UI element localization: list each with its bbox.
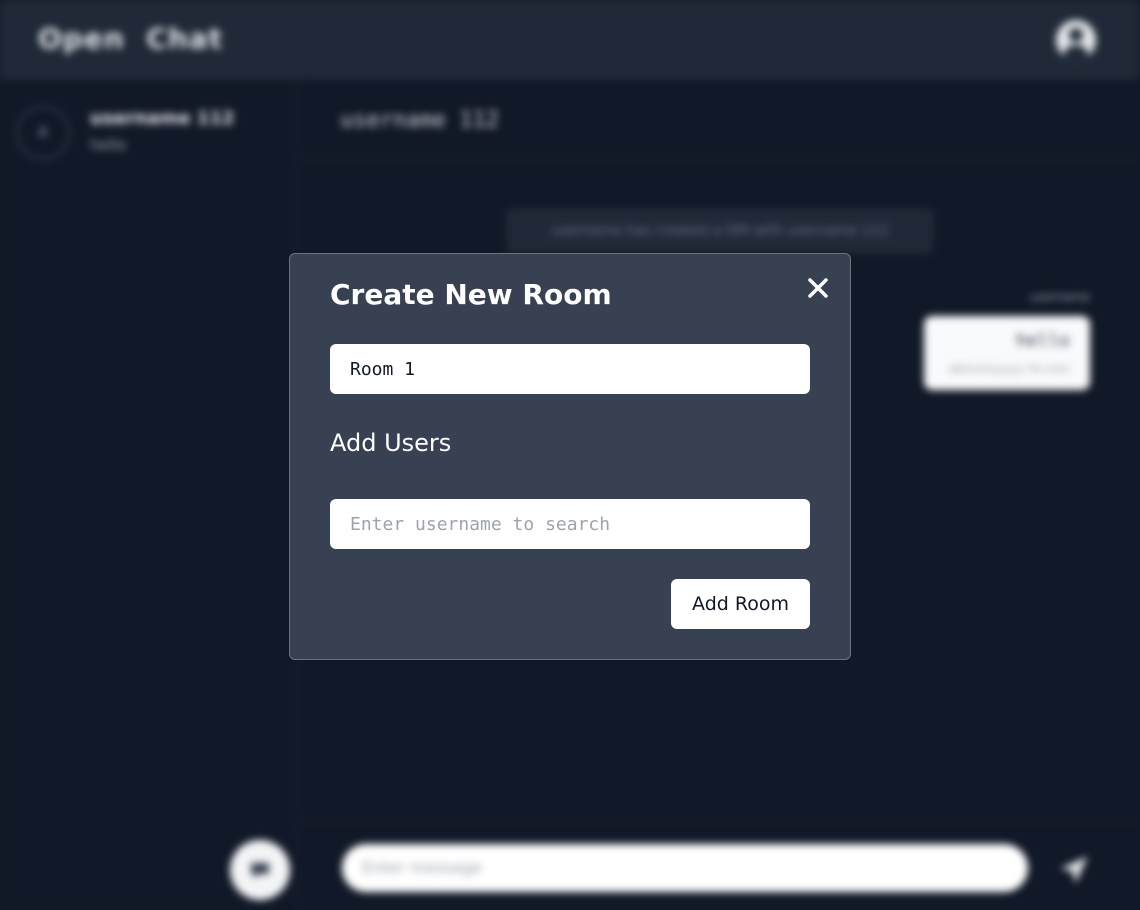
create-room-modal: Create New Room Add Users Add Room — [289, 253, 851, 660]
modal-title: Create New Room — [330, 278, 612, 311]
add-room-button[interactable]: Add Room — [671, 579, 810, 629]
room-name-input[interactable] — [330, 344, 810, 394]
user-search-input[interactable] — [330, 499, 810, 549]
close-button[interactable] — [804, 274, 832, 302]
add-users-label: Add Users — [330, 429, 452, 457]
app-root: Open Chat A username 112 hello username … — [0, 0, 1140, 910]
close-icon — [808, 278, 828, 298]
modal-overlay: Create New Room Add Users Add Room — [0, 0, 1140, 910]
